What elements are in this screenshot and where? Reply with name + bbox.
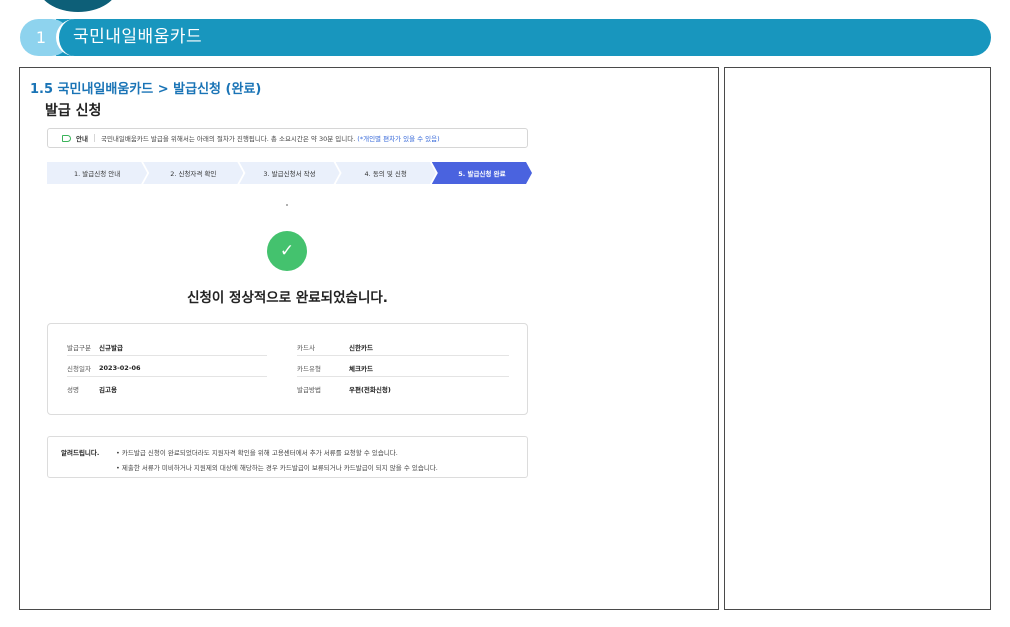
step-1: 1. 발급신청 안내 bbox=[47, 162, 147, 184]
notice-divider bbox=[93, 134, 95, 142]
dot-mark bbox=[286, 204, 288, 206]
card-company-value: 신한카드 bbox=[349, 343, 373, 352]
issue-type-label: 발급구분 bbox=[67, 343, 91, 352]
issue-method-value: 우편(전화신청) bbox=[349, 386, 391, 394]
breadcrumb: 1.5 국민내일배움카드 > 발급신청 (완료) bbox=[30, 82, 262, 97]
notes-box: 알려드립니다. • 카드발급 신청이 완료되었더라도 지원자격 확인을 위해 고… bbox=[47, 436, 528, 478]
side-panel bbox=[724, 67, 991, 610]
step-2: 2. 신청자격 확인 bbox=[143, 162, 243, 184]
name-label: 성명 bbox=[67, 386, 79, 394]
issue-method-label: 발급방법 bbox=[297, 386, 321, 394]
notes-heading: 알려드립니다. bbox=[61, 449, 100, 457]
step-3: 3. 발급신청서 작성 bbox=[239, 162, 339, 184]
info-row-card-company: 카드사 신한카드 bbox=[297, 338, 509, 356]
info-row-apply-date: 신청일자 2023-02-06 bbox=[67, 359, 267, 377]
notice-box: 안내 국민내일배움카드 발급을 위해서는 아래의 절차가 진행됩니다. 총 소요… bbox=[47, 128, 528, 148]
info-row-name: 성명 김고용 bbox=[67, 380, 267, 398]
step-4: 4. 동의 및 신청 bbox=[336, 162, 436, 184]
page-title: 발급 신청 bbox=[45, 103, 102, 119]
info-row-card-type: 카드유형 체크카드 bbox=[297, 359, 509, 377]
step-5: 5. 발급신청 완료 bbox=[432, 162, 532, 184]
notice-highlight: (*개인별 편차가 있을 수 있음) bbox=[357, 135, 440, 143]
complete-message: 신청이 정상적으로 완료되었습니다. bbox=[187, 290, 388, 306]
notice-text: 국민내일배움카드 발급을 위해서는 아래의 절차가 진행됩니다. 총 소요시간은… bbox=[100, 135, 356, 143]
name-value: 김고용 bbox=[99, 386, 117, 394]
application-info-box: 발급구분 신규발급 카드사 신한카드 신청일자 2023-02-06 카드유형 … bbox=[47, 323, 528, 415]
step-indicator: 1. 발급신청 안내 2. 신청자격 확인 3. 발급신청서 작성 4. 동의 … bbox=[47, 162, 528, 184]
card-type-value: 체크카드 bbox=[349, 364, 373, 373]
section-title: 국민내일배움카드 bbox=[73, 27, 203, 47]
card-type-label: 카드유형 bbox=[297, 364, 321, 373]
section-header: 1 국민내일배움카드 bbox=[20, 19, 991, 56]
notice-label: 안내 bbox=[76, 135, 88, 143]
info-row-issue-type: 발급구분 신규발급 bbox=[67, 338, 267, 356]
notes-item-2: • 제출한 서류가 미비하거나 지원제외 대상에 해당하는 경우 카드발급이 보… bbox=[116, 464, 438, 472]
top-decoration bbox=[38, 0, 118, 12]
apply-date-label: 신청일자 bbox=[67, 364, 91, 373]
notes-item-1: • 카드발급 신청이 완료되었더라도 지원자격 확인을 위해 고용센터에서 추가… bbox=[116, 449, 398, 457]
card-company-label: 카드사 bbox=[297, 343, 315, 352]
check-icon: ✓ bbox=[267, 231, 307, 271]
megaphone-icon bbox=[62, 134, 71, 142]
info-row-issue-method: 발급방법 우편(전화신청) bbox=[297, 380, 509, 398]
issue-type-value: 신규발급 bbox=[99, 343, 123, 352]
apply-date-value: 2023-02-06 bbox=[99, 363, 141, 372]
main-panel: 1.5 국민내일배움카드 > 발급신청 (완료) 발급 신청 안내 국민내일배움… bbox=[19, 67, 719, 610]
